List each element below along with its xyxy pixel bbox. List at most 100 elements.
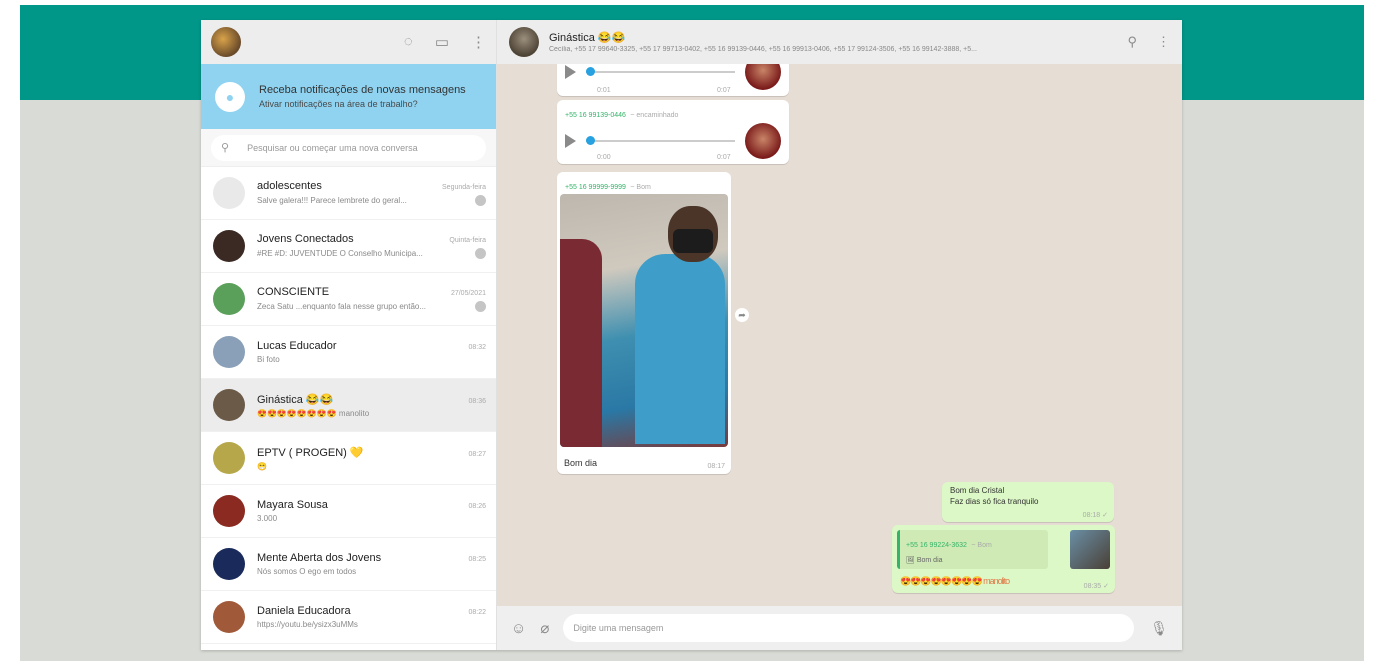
chat-time: 08:36	[468, 397, 486, 405]
message-text: Faz dias só fica tranquilo	[950, 497, 1039, 506]
chat-time: 08:25	[468, 556, 486, 563]
chat-time: 27/05/2021	[450, 290, 486, 297]
chat-list-item[interactable]: Daniela Educadora 08:22 https://youtu.be/y…	[201, 591, 496, 644]
audio-elapsed: 0:00	[597, 154, 611, 161]
chat-list-item[interactable]: Mente Aberta dos Jovens 08:25 Nós somos O …	[201, 538, 496, 591]
chat-name: Mente Aberta dos Jovens	[257, 552, 382, 564]
quoted-message[interactable]: +55 16 99224-3632 ~ Bom 🖼 Bom dia	[897, 530, 1048, 569]
sidebar: ◌ ▭ ⋮ ● Receba notificações de novas men…	[201, 20, 497, 650]
chat-avatar	[213, 389, 245, 421]
message-input[interactable]: Digite uma mensagem	[563, 614, 1135, 642]
message-area: 0:01 0:07 +55 16 99139-0446 ~ encaminhad…	[497, 64, 1182, 606]
chat-name: Jovens Conectados	[257, 233, 354, 245]
message-sender[interactable]: +55 16 99999-9999	[565, 184, 626, 191]
chat-list: adolescentes Segunda-feira Salve galera!!!…	[201, 167, 496, 650]
chat-name: Lucas Educador	[257, 340, 337, 352]
notification-banner[interactable]: ● Receba notificações de novas mensagens…	[201, 64, 496, 129]
chat-time: Quinta-feira	[449, 237, 486, 244]
audio-elapsed: 0:01	[597, 87, 611, 94]
message-time: 08:35 ✓	[1083, 583, 1109, 590]
group-avatar[interactable]	[509, 27, 539, 57]
participants-list: Cecília, +55 17 99640-3325, +55 17 99713…	[549, 46, 977, 53]
message-time: 08:18 ✓	[1082, 512, 1108, 519]
chat-last-message: Zeca Satu ...enquanto fala nesse grupo e…	[257, 302, 427, 311]
menu-icon[interactable]: ⋮	[471, 33, 486, 51]
chat-last-message: 3.000	[257, 514, 278, 523]
search-bar: ⚲ Pesquisar ou começar uma nova conversa	[201, 129, 496, 167]
compose-bar: ☺ ⌀ Digite uma mensagem 🎙	[497, 606, 1182, 650]
chat-list-item[interactable]: adolescentes Segunda-feira Salve galera!!!…	[201, 167, 496, 220]
chat-list-item[interactable]: Mayara Sousa 08:26 3.000	[201, 485, 496, 538]
message-time: 08:17	[707, 463, 725, 470]
chat-last-message: Salve galera!!! Parece lembrete do geral…	[257, 196, 407, 205]
mute-icon	[475, 301, 486, 312]
outgoing-reply-message: +55 16 99224-3632 ~ Bom 🖼 Bom dia 😍😍😍😍😍😍…	[892, 525, 1115, 593]
chat-name: CONSCIENTE	[257, 286, 330, 298]
chat-list-item[interactable]: Lucas Educador 08:32 Bi foto	[201, 326, 496, 379]
chat-name: adolescentes	[257, 180, 322, 192]
conversation-header[interactable]: Ginástica 😂😂 Cecília, +55 17 99640-3325,…	[497, 20, 1182, 64]
message-input-placeholder: Digite uma mensagem	[573, 623, 664, 633]
chat-avatar	[213, 336, 245, 368]
conversation-title: Ginástica 😂😂	[549, 32, 626, 44]
notification-enable-link[interactable]: Ativar notificações na área de trabalho?	[259, 99, 466, 109]
conversation-pane: Ginástica 😂😂 Cecília, +55 17 99640-3325,…	[497, 20, 1182, 650]
chat-name: Ginástica 😂😂	[257, 393, 334, 406]
chat-name: EPTV ( PROGEN) 💛	[257, 446, 364, 459]
status-icon[interactable]: ◌	[404, 33, 413, 51]
attach-icon[interactable]: ⌀	[540, 619, 549, 637]
forward-icon[interactable]: ➦	[735, 308, 749, 322]
sender-avatar	[745, 123, 781, 159]
notification-title: Receba notificações de novas mensagens	[259, 84, 466, 96]
chat-list-item[interactable]: Ginástica 😂😂 08:36 😍😍😍😍😍😍😍😍 manolito	[201, 379, 496, 432]
emoji-icon[interactable]: ☺	[511, 620, 526, 637]
audio-message: 0:01 0:07	[557, 64, 789, 96]
chat-last-message: https://youtu.be/ysizx3uMMs	[257, 620, 358, 629]
search-icon: ⚲	[221, 142, 230, 154]
new-chat-icon[interactable]: ▭	[435, 33, 449, 51]
search-input[interactable]: ⚲ Pesquisar ou começar uma nova conversa	[211, 134, 486, 161]
chat-list-item[interactable]: Jovens Conectados Quinta-feira #RE #D: JUV…	[201, 220, 496, 273]
chat-avatar	[213, 177, 245, 209]
quoted-thumbnail	[1070, 530, 1110, 569]
quoted-nickname: ~ Bom	[971, 542, 992, 549]
audio-progress[interactable]	[586, 136, 735, 145]
chat-last-message: 😁	[257, 461, 267, 471]
audio-duration: 0:07	[717, 154, 731, 161]
chat-last-message: Nós somos O ego em todos	[257, 567, 357, 576]
chat-last-message: #RE #D: JUVENTUDE O Conselho Municipa...	[257, 249, 423, 258]
chat-time: 08:22	[468, 609, 486, 616]
profile-avatar[interactable]	[211, 27, 241, 57]
mute-icon	[475, 248, 486, 259]
chat-time: Segunda-feira	[442, 184, 486, 191]
message-sender[interactable]: +55 16 99139-0446	[565, 112, 626, 119]
photo-caption: Bom dia	[564, 458, 598, 468]
message-photo[interactable]	[560, 194, 728, 447]
menu-icon[interactable]: ⋮	[1157, 34, 1170, 50]
message-text: Bom dia Cristal	[950, 486, 1005, 495]
chat-time: 08:27	[468, 450, 486, 458]
sender-avatar	[745, 64, 781, 90]
chat-avatar	[213, 230, 245, 262]
audio-message: +55 16 99139-0446 ~ encaminhado 0:00 0:0…	[557, 100, 789, 164]
outgoing-message: Bom dia Cristal Faz dias só fica tranqui…	[942, 482, 1114, 522]
bell-off-icon: ●	[215, 81, 245, 112]
chat-avatar	[213, 283, 245, 315]
message-text: 😍😍😍😍😍😍😍😍 manolito	[900, 576, 1010, 586]
chat-list-item[interactable]: EPTV ( PROGEN) 💛 08:27 😁	[201, 432, 496, 485]
chat-list-item[interactable]: CONSCIENTE 27/05/2021 Zeca Satu ...enquant…	[201, 273, 496, 326]
search-icon[interactable]: ⚲	[1127, 34, 1137, 50]
chat-name: Mayara Sousa	[257, 499, 328, 511]
whatsapp-app: ◌ ▭ ⋮ ● Receba notificações de novas men…	[201, 20, 1182, 650]
quoted-text: 🖼 Bom dia	[906, 557, 943, 564]
quoted-sender: +55 16 99224-3632	[906, 542, 967, 549]
chat-name: Daniela Educadora	[257, 605, 351, 617]
chat-avatar	[213, 442, 245, 474]
search-placeholder: Pesquisar ou começar uma nova conversa	[247, 142, 418, 153]
play-icon[interactable]	[565, 65, 576, 79]
mute-icon	[475, 195, 486, 206]
sidebar-header: ◌ ▭ ⋮	[201, 20, 496, 64]
play-icon[interactable]	[565, 134, 576, 148]
microphone-icon[interactable]: 🎙	[1150, 620, 1168, 637]
audio-progress[interactable]	[586, 67, 735, 76]
